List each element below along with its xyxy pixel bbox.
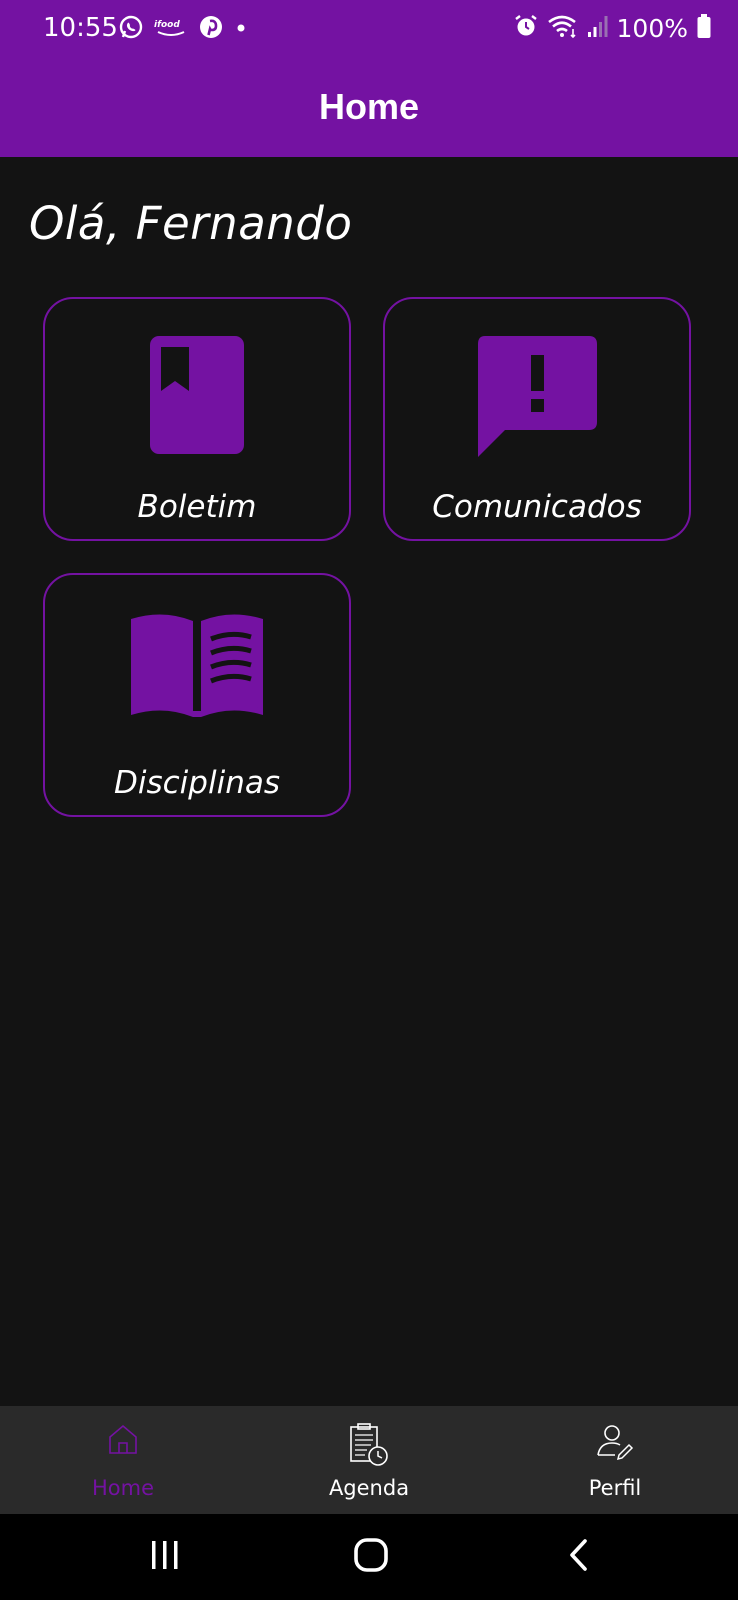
open-book-icon: [45, 609, 349, 739]
nav-item-agenda[interactable]: Agenda: [246, 1406, 492, 1514]
bottom-navigation: Home Agenda Perfil: [0, 1406, 738, 1514]
disciplinas-label: Disciplinas: [114, 765, 280, 801]
dot-icon: [234, 20, 248, 39]
back-button[interactable]: [548, 1534, 608, 1580]
notification-icons: ifood: [118, 14, 248, 44]
recents-button[interactable]: [135, 1534, 195, 1580]
nav-label-agenda: Agenda: [328, 1476, 410, 1500]
boletim-card[interactable]: Boletim: [43, 297, 351, 541]
wifi-icon: [547, 13, 579, 43]
pinterest-icon: [198, 14, 224, 44]
nav-item-perfil[interactable]: Perfil: [492, 1406, 738, 1514]
book-bookmark-icon: [45, 333, 349, 463]
nav-item-home[interactable]: Home: [0, 1406, 246, 1514]
battery-percent: 100%: [616, 13, 688, 43]
boletim-label: Boletim: [137, 489, 257, 525]
chat-alert-icon: [385, 333, 689, 463]
system-status-icons: 100%: [513, 12, 712, 44]
whatsapp-icon: [118, 14, 144, 44]
home-icon: [0, 1422, 246, 1462]
status-time: 10:55: [43, 13, 118, 43]
nav-label-perfil: Perfil: [588, 1476, 642, 1500]
system-navigation-bar: [0, 1514, 738, 1600]
disciplinas-card[interactable]: Disciplinas: [43, 573, 351, 817]
page-title: Home: [318, 86, 420, 127]
signal-icon: [587, 14, 609, 42]
comunicados-label: Comunicados: [432, 489, 642, 525]
back-icon: [563, 1538, 593, 1576]
profile-edit-icon: [492, 1422, 738, 1462]
nav-label-home: Home: [91, 1476, 154, 1500]
recents-icon: [148, 1539, 182, 1575]
greeting-text: Olá, Fernando: [29, 197, 353, 250]
system-home-button[interactable]: [341, 1534, 401, 1580]
comunicados-card[interactable]: Comunicados: [383, 297, 691, 541]
home-screen: 10:55 ifood 100% Home Olá, Fernando Bole…: [0, 0, 738, 1600]
ifood-icon: ifood: [154, 16, 188, 42]
alarm-icon: [513, 13, 539, 43]
battery-icon: [696, 13, 712, 43]
app-bar: 10:55 ifood 100% Home: [0, 0, 738, 157]
agenda-icon: [246, 1422, 492, 1466]
home-circle-icon: [353, 1537, 389, 1577]
svg-text:ifood: ifood: [154, 20, 180, 30]
